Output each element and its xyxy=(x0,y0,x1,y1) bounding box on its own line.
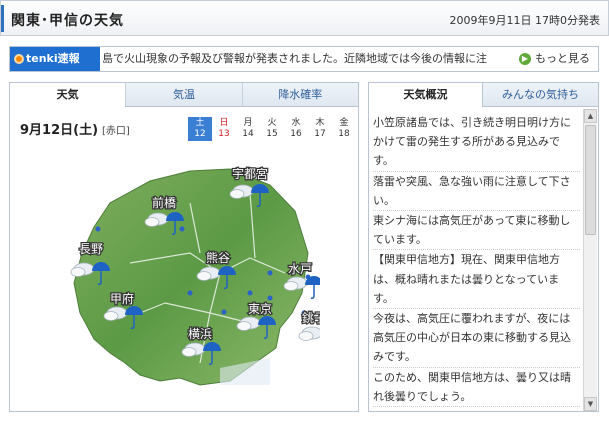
kanto-koshin-map: 宇都宮 前橋 長野 熊谷 水戸 甲府 東京 銚子 横浜 xyxy=(70,165,320,386)
day-item[interactable]: 水 16 xyxy=(284,117,308,141)
city-label-nagano: 長野 xyxy=(79,242,103,256)
alert-dot-icon xyxy=(14,54,24,64)
overview-tabs: 天気概況 みんなの気持ち xyxy=(369,83,598,107)
arrow-right-icon: ▶ xyxy=(519,53,531,65)
tab-temperature[interactable]: 気温 xyxy=(125,83,242,107)
scroll-up-icon[interactable]: ▲ xyxy=(584,109,597,123)
forecast-tabs: 天気 気温 降水確率 xyxy=(10,83,358,107)
tab-weather-overview[interactable]: 天気概況 xyxy=(369,83,483,107)
city-label-kumagaya: 熊谷 xyxy=(206,250,230,265)
forecast-date-label: 9月12日(土) xyxy=(20,123,99,138)
ticker-message[interactable]: 島で火山現象の予報及び警報が発表されました。近隣地域では今後の情報に注 xyxy=(102,47,508,71)
day-of-week: 金 xyxy=(339,118,349,128)
more-link-label: もっと見る xyxy=(535,52,590,65)
overview-paragraph: 落雷や突風、急な強い雨に注意して下さい。 xyxy=(373,172,580,212)
day-item[interactable]: 金 18 xyxy=(332,117,356,141)
news-ticker: tenki速報 島で火山現象の予報及び警報が発表されました。近隣地域では今後の情… xyxy=(9,46,599,72)
forecast-date: 9月12日(土) [赤口] xyxy=(20,119,130,138)
day-number: 12 xyxy=(194,129,206,139)
city-label-mito: 水戸 xyxy=(288,262,312,276)
overview-scrollbar[interactable]: ▲ ▼ xyxy=(583,109,597,411)
day-item[interactable]: 月 14 xyxy=(236,117,260,141)
tab-everyone-feelings[interactable]: みんなの気持ち xyxy=(483,83,598,107)
overview-paragraph: 小笠原諸島では、引き続き明日明け方にかけて雷の発生する所がある見込みです。 xyxy=(373,113,580,172)
city-label-utsunomiya: 宇都宮 xyxy=(232,166,268,181)
city-label-choshi: 銚子 xyxy=(302,310,320,325)
header-bar: 関東･甲信の天気 2009年9月11日 17時0分発表 xyxy=(0,0,609,36)
city-label-maebashi: 前橋 xyxy=(152,195,176,210)
tab-weather[interactable]: 天気 xyxy=(10,83,126,107)
forecast-panel: 天気 気温 降水確率 9月12日(土) [赤口] 土 12 日 13 月 14 火 15 … xyxy=(9,82,359,412)
city-label-yokohama: 横浜 xyxy=(188,327,212,341)
publish-timestamp: 2009年9月11日 17時0分発表 xyxy=(449,14,600,27)
day-number: 15 xyxy=(266,129,278,139)
page-title: 関東･甲信の天気 xyxy=(11,13,124,29)
day-of-week: 土 xyxy=(195,118,205,128)
overview-panel: 天気概況 みんなの気持ち 小笠原諸島では、引き続き明日明け方にかけて雷の発生する… xyxy=(368,82,599,412)
day-item[interactable]: 日 13 xyxy=(212,117,236,141)
scroll-thumb[interactable] xyxy=(585,125,596,235)
more-link[interactable]: ▶ もっと見る xyxy=(519,47,590,71)
day-number: 14 xyxy=(242,129,254,139)
rokuyo-label: [赤口] xyxy=(102,126,130,137)
ticker-badge[interactable]: tenki速報 xyxy=(10,47,100,71)
overview-text: 小笠原諸島では、引き続き明日明け方にかけて雷の発生する所がある見込みです。 落雷… xyxy=(373,113,580,409)
day-item[interactable]: 土 12 xyxy=(188,117,212,141)
scroll-down-icon[interactable]: ▼ xyxy=(584,397,597,411)
day-of-week: 木 xyxy=(315,118,325,128)
day-number: 17 xyxy=(314,129,326,139)
overview-paragraph: このため、関東甲信地方は、曇り又は晴れ後曇りでしょう。 xyxy=(373,368,580,408)
day-number: 16 xyxy=(290,129,302,139)
day-selector: 土 12 日 13 月 14 火 15 水 16 木 17 金 18 xyxy=(188,117,356,141)
overview-paragraph: 今夜は、高気圧に覆われますが、夜には高気圧の中心が日本の東に移動する見込みです。 xyxy=(373,309,580,368)
overview-paragraph: 東シナ海には高気圧があって東に移動しています。 xyxy=(373,211,580,251)
city-label-tokyo: 東京 xyxy=(248,302,272,316)
cloudy-rain-icon xyxy=(298,325,320,349)
city-label-kofu: 甲府 xyxy=(110,291,134,306)
day-number: 13 xyxy=(218,129,230,139)
day-of-week: 日 xyxy=(219,118,229,128)
day-of-week: 水 xyxy=(291,118,301,128)
day-item[interactable]: 木 17 xyxy=(308,117,332,141)
overview-paragraph: 【関東甲信地方】現在、関東甲信地方は、概ね晴れまたは曇りとなっています。 xyxy=(373,250,580,310)
tab-precipitation[interactable]: 降水確率 xyxy=(241,83,358,107)
day-number: 18 xyxy=(338,129,350,139)
day-of-week: 月 xyxy=(243,118,253,128)
day-of-week: 火 xyxy=(267,118,277,128)
header-accent xyxy=(1,5,4,32)
ticker-badge-label: tenki速報 xyxy=(26,52,80,65)
day-item[interactable]: 火 15 xyxy=(260,117,284,141)
weather-widget: 関東･甲信の天気 2009年9月11日 17時0分発表 tenki速報 島で火山… xyxy=(0,0,609,422)
